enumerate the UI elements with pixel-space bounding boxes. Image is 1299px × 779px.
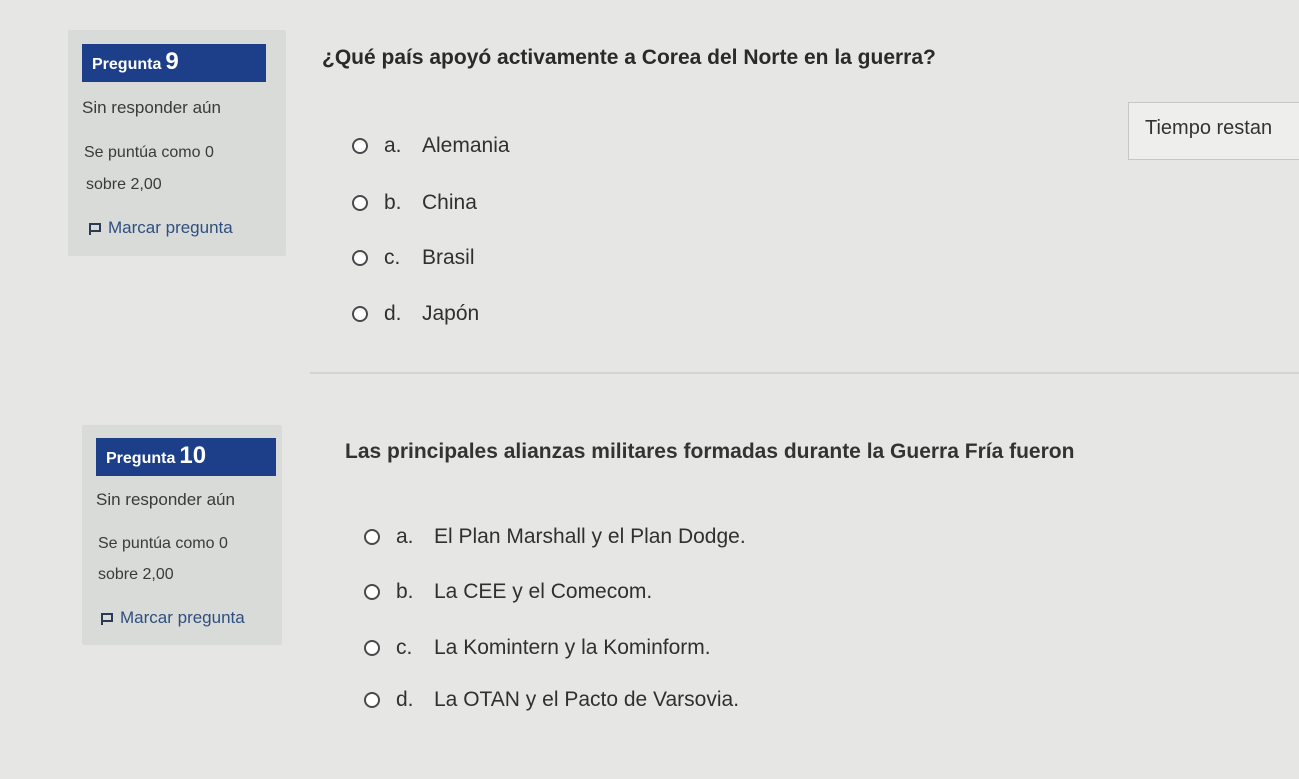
radio-button[interactable] <box>352 250 368 266</box>
option-text: La CEE y el Comecom. <box>434 580 653 603</box>
answer-option[interactable]: b. La CEE y el Comecom. <box>364 580 652 604</box>
question-grade: Se puntúa como 0 <box>98 535 228 552</box>
flag-question-label: Marcar pregunta <box>108 218 233 237</box>
question-max-grade: sobre 2,00 <box>98 566 174 583</box>
answer-option[interactable]: c. La Komintern y la Kominform. <box>364 636 711 660</box>
flag-question-link[interactable]: Marcar pregunta <box>100 608 245 628</box>
option-text: La Komintern y la Kominform. <box>434 636 711 659</box>
option-text: El Plan Marshall y el Plan Dodge. <box>434 525 746 548</box>
answer-option[interactable]: b. China <box>352 191 477 215</box>
answer-option[interactable]: d. La OTAN y el Pacto de Varsovia. <box>364 688 739 712</box>
option-text: Alemania <box>422 134 510 157</box>
option-letter: b. <box>384 191 402 214</box>
question-prompt: ¿Qué país apoyó activamente a Corea del … <box>322 46 936 69</box>
question-grade: Se puntúa como 0 <box>84 144 214 161</box>
question-status: Sin responder aún <box>82 98 221 117</box>
answer-option[interactable]: a. Alemania <box>352 134 510 158</box>
radio-button[interactable] <box>364 692 380 708</box>
flag-icon <box>88 221 102 235</box>
answer-option[interactable]: c. Brasil <box>352 246 475 270</box>
question-number-badge: Pregunta 9 <box>82 44 266 82</box>
answer-option[interactable]: d. Japón <box>352 302 479 326</box>
question-label: Pregunta <box>92 56 162 73</box>
radio-button[interactable] <box>364 529 380 545</box>
question-number-badge: Pregunta 10 <box>96 438 276 476</box>
option-text: La OTAN y el Pacto de Varsovia. <box>434 688 740 711</box>
option-text: Japón <box>422 302 480 325</box>
option-letter: c. <box>396 636 413 659</box>
flag-icon <box>100 611 114 625</box>
question-number: 10 <box>179 442 207 469</box>
question-divider <box>310 372 1299 374</box>
question-prompt: Las principales alianzas militares forma… <box>345 440 1075 463</box>
option-text: China <box>422 191 477 214</box>
question-status: Sin responder aún <box>96 490 235 509</box>
option-letter: b. <box>396 580 414 603</box>
question-label: Pregunta <box>106 450 176 467</box>
option-text: Brasil <box>422 246 475 269</box>
radio-button[interactable] <box>364 640 380 656</box>
radio-button[interactable] <box>352 306 368 322</box>
option-letter: d. <box>396 688 414 711</box>
option-letter: d. <box>384 302 402 325</box>
flag-question-link[interactable]: Marcar pregunta <box>88 218 233 238</box>
answer-option[interactable]: a. El Plan Marshall y el Plan Dodge. <box>364 525 746 549</box>
question-max-grade: sobre 2,00 <box>86 176 162 193</box>
radio-button[interactable] <box>364 584 380 600</box>
question-number: 9 <box>165 48 179 75</box>
radio-button[interactable] <box>352 195 368 211</box>
option-letter: c. <box>384 246 401 269</box>
radio-button[interactable] <box>352 138 368 154</box>
flag-question-label: Marcar pregunta <box>120 608 245 627</box>
option-letter: a. <box>384 134 402 157</box>
option-letter: a. <box>396 525 414 548</box>
time-remaining-box: Tiempo restan <box>1128 102 1299 160</box>
time-remaining-label: Tiempo restan <box>1145 117 1273 139</box>
